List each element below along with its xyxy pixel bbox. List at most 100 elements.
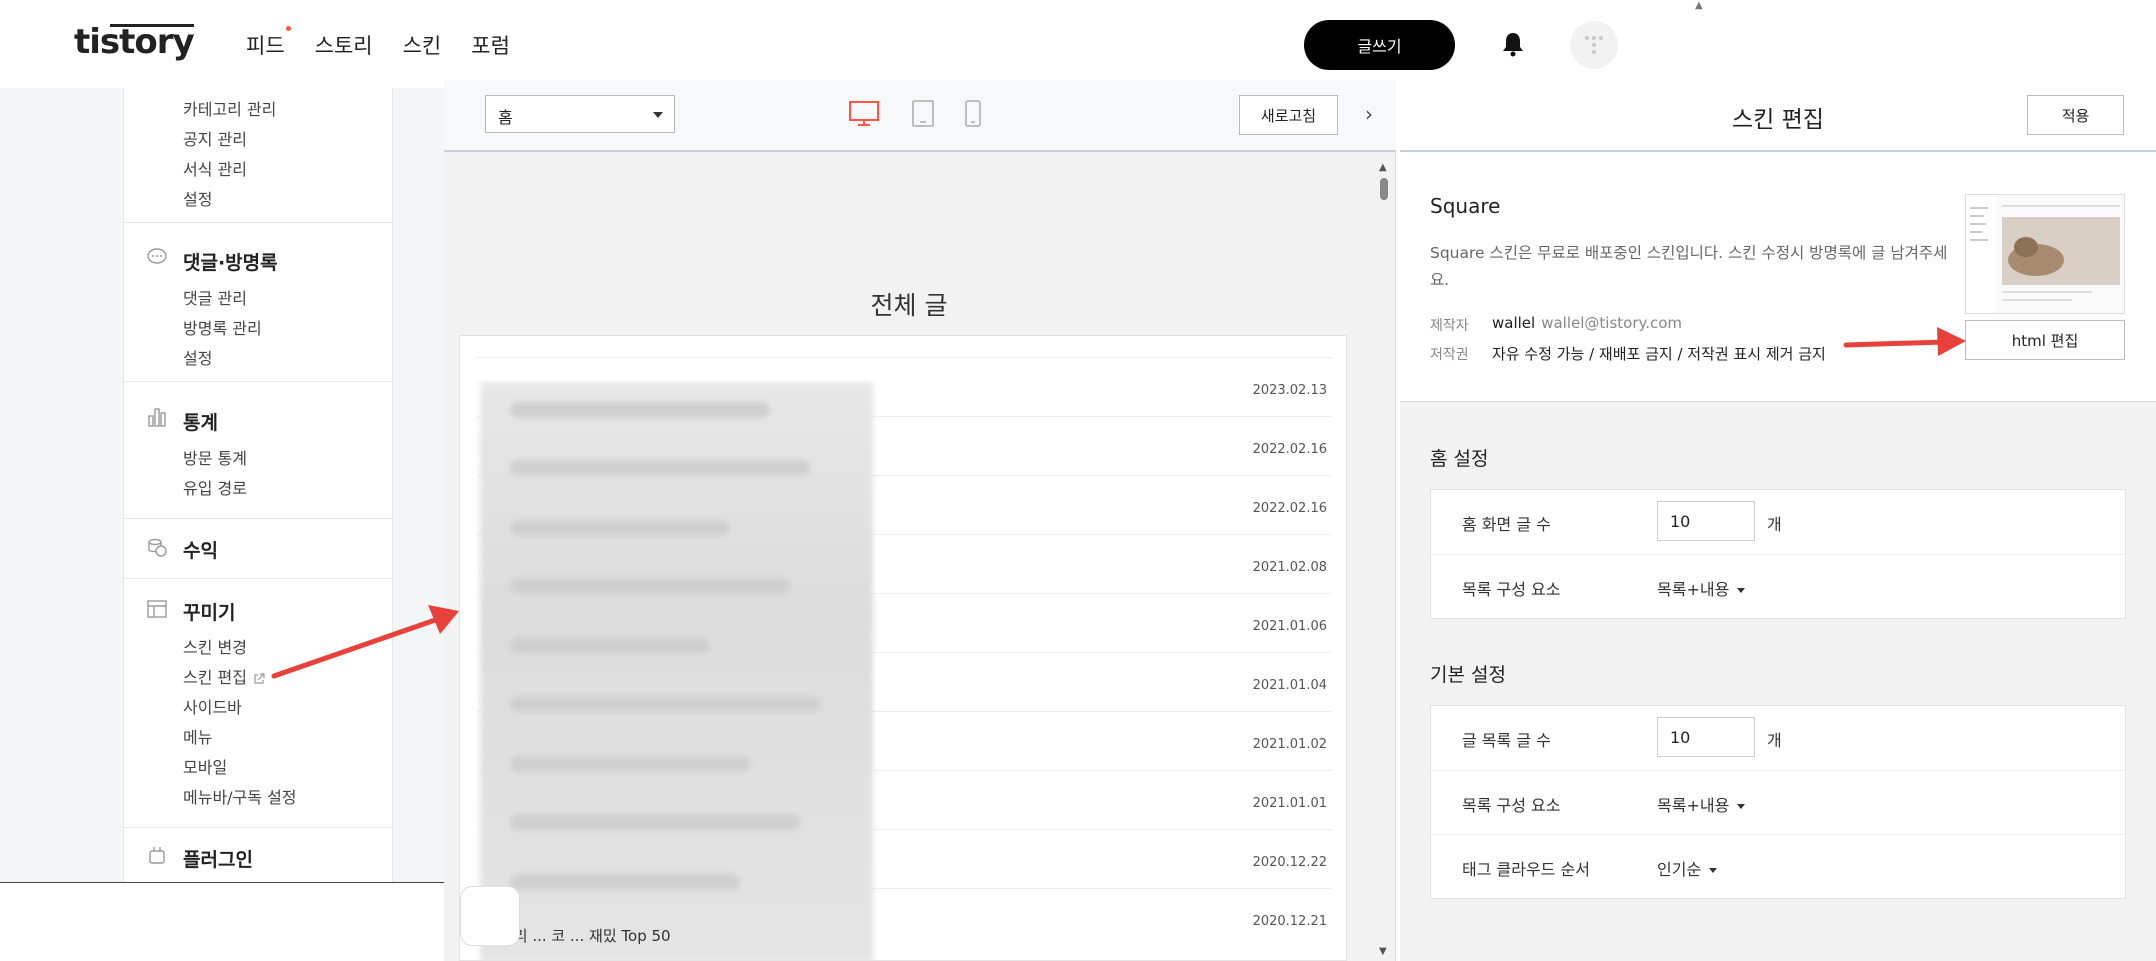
copyright-label: 저작권 xyxy=(1430,347,1469,363)
skin-description: Square 스킨은 무료로 배포중인 스킨입니다. 스킨 수정시 방명록에 글… xyxy=(1430,244,1948,289)
maker-value: wallel wallel@tistory.com xyxy=(1492,314,1683,332)
chevron-down-icon xyxy=(1737,588,1746,593)
panel-header: 스킨 편집 적용 xyxy=(1400,80,2156,152)
divider xyxy=(124,518,392,519)
preview-page-select[interactable]: 홈 xyxy=(485,95,675,133)
plugin-icon xyxy=(149,847,165,864)
sidebar-heading-comments[interactable]: 댓글·방명록 xyxy=(183,248,278,275)
sidebar-item-category[interactable]: 카테고리 관리 xyxy=(183,96,276,120)
post-date: 2022.02.16 xyxy=(1252,501,1327,516)
last-post-title: — 리 ... 코 ... 재밌 Top 50 xyxy=(494,927,671,945)
divider xyxy=(124,222,392,223)
chevron-down-icon xyxy=(1737,804,1746,809)
sidebar-item-comment-settings[interactable]: 설정 xyxy=(183,345,212,369)
sidebar-item-sidebar[interactable]: 사이드바 xyxy=(183,694,242,718)
chevron-down-icon xyxy=(653,112,663,118)
scroll-up-icon[interactable]: ▲ xyxy=(1379,162,1387,173)
post-date: 2021.01.04 xyxy=(1252,678,1327,693)
post-date: 2020.12.22 xyxy=(1252,855,1327,870)
list-count-row: 글 목록 글 수 10 개 xyxy=(1431,706,2125,770)
html-edit-button[interactable]: html 편집 xyxy=(1965,320,2125,360)
list-elements-select[interactable]: 목록+내용 xyxy=(1657,792,1746,816)
main-nav: 피드 스토리 스킨 포럼 xyxy=(246,26,510,60)
unit-label: 개 xyxy=(1767,515,1782,534)
tag-order-select[interactable]: 인기순 xyxy=(1657,856,1718,880)
home-settings-box: 홈 화면 글 수 10 개 목록 구성 요소 목록+내용 xyxy=(1430,489,2126,619)
sidebar-heading-plugin[interactable]: 플러그인 xyxy=(183,845,253,872)
chevron-down-icon xyxy=(1709,868,1718,873)
profile-avatar[interactable] xyxy=(1570,21,1618,69)
sidebar-item-menubar[interactable]: 메뉴바/구독 설정 xyxy=(183,784,297,808)
nav-story[interactable]: 스토리 xyxy=(315,30,373,60)
post-date: 2023.02.13 xyxy=(1252,383,1327,398)
nav-skin[interactable]: 스킨 xyxy=(403,30,442,60)
blurred-post-titles xyxy=(480,382,873,960)
home-post-count-row: 홈 화면 글 수 10 개 xyxy=(1431,490,2125,554)
post-list: 2023.02.13 2022.02.16 2022.02.16 2021.02… xyxy=(459,335,1347,961)
sidebar-item-menu[interactable]: 메뉴 xyxy=(183,724,212,748)
preview-scrollbar[interactable]: ▲ ▼ xyxy=(1376,160,1392,961)
layout-icon xyxy=(147,600,167,618)
preview-toolbar: 홈 새로고침 › xyxy=(444,80,1396,152)
nav-feed[interactable]: 피드 xyxy=(246,26,291,60)
sidebar-heading-decorate[interactable]: 꾸미기 xyxy=(183,598,235,625)
sidebar-item-template[interactable]: 서식 관리 xyxy=(183,156,247,180)
home-list-elements-label: 목록 구성 요소 xyxy=(1462,580,1561,599)
comment-icon xyxy=(147,248,167,264)
tag-order-row: 태그 클라우드 순서 인기순 xyxy=(1431,834,2125,898)
sidebar-item-guestbook-manage[interactable]: 방명록 관리 xyxy=(183,315,262,339)
skin-name: Square xyxy=(1430,194,1501,218)
scroll-up-arrow-icon[interactable]: ▲ xyxy=(1695,0,1703,11)
sidebar-item-skin-edit[interactable]: 스킨 편집 xyxy=(183,664,265,688)
skin-preview-pane: 홈 새로고침 › 전체 글 2023.02.13 2022.02.16 2022… xyxy=(444,80,1396,961)
tag-order-label: 태그 클라우드 순서 xyxy=(1462,860,1590,879)
maker-label: 제작자 xyxy=(1430,318,1469,334)
screen: tistory 피드 스토리 스킨 포럼 글쓰기 ▲ 카테고리 관리 공지 관리… xyxy=(0,0,2156,961)
preview-heading: 전체 글 xyxy=(870,291,948,320)
sidebar-item-visit-stats[interactable]: 방문 통계 xyxy=(183,445,247,469)
sidebar-item-referrer[interactable]: 유입 경로 xyxy=(183,475,247,499)
list-count-input[interactable]: 10 xyxy=(1657,717,1755,757)
home-settings-title: 홈 설정 xyxy=(1430,448,1489,470)
basic-settings-title: 기본 설정 xyxy=(1430,664,1506,686)
scroll-down-icon[interactable]: ▼ xyxy=(1379,946,1387,957)
external-link-icon xyxy=(254,672,265,684)
post-date: 2021.01.06 xyxy=(1252,619,1327,634)
refresh-button[interactable]: 새로고침 xyxy=(1239,95,1338,135)
list-elements-row: 목록 구성 요소 목록+내용 xyxy=(1431,770,2125,834)
mobile-icon[interactable] xyxy=(964,100,982,128)
divider xyxy=(124,381,392,382)
tistory-logo[interactable]: tistory xyxy=(74,22,195,62)
nav-forum[interactable]: 포럼 xyxy=(471,30,510,60)
divider xyxy=(124,578,392,579)
sidebar-item-skin-change[interactable]: 스킨 변경 xyxy=(183,634,247,658)
desktop-icon[interactable] xyxy=(848,100,880,128)
sidebar-item-settings[interactable]: 설정 xyxy=(183,186,212,210)
new-dot xyxy=(285,26,291,31)
skin-info-card: Square Square 스킨은 무료로 배포중인 스킨입니다. 스킨 수정시… xyxy=(1400,152,2156,402)
apply-button[interactable]: 적용 xyxy=(2027,95,2124,135)
sidebar-heading-stats[interactable]: 통계 xyxy=(183,408,218,435)
skin-thumbnail xyxy=(1965,194,2125,314)
floating-button[interactable] xyxy=(460,886,520,946)
home-list-elements-select[interactable]: 목록+내용 xyxy=(1657,576,1746,600)
post-date: 2020.12.21 xyxy=(1252,914,1327,929)
basic-settings-box: 글 목록 글 수 10 개 목록 구성 요소 목록+내용 태그 클라우드 순서 … xyxy=(1430,705,2126,899)
write-button[interactable]: 글쓰기 xyxy=(1304,20,1455,70)
tablet-icon[interactable] xyxy=(911,100,935,128)
sidebar-item-mobile[interactable]: 모바일 xyxy=(183,754,227,778)
unit-label: 개 xyxy=(1767,731,1782,750)
stats-icon xyxy=(148,408,166,427)
list-count-label: 글 목록 글 수 xyxy=(1462,731,1551,750)
post-date: 2021.01.01 xyxy=(1252,796,1327,811)
post-date: 2022.02.16 xyxy=(1252,442,1327,457)
sidebar-item-notice[interactable]: 공지 관리 xyxy=(183,126,247,150)
home-post-count-input[interactable]: 10 xyxy=(1657,501,1755,541)
sidebar-heading-revenue[interactable]: 수익 xyxy=(183,536,218,563)
bell-icon[interactable] xyxy=(1501,31,1525,57)
chevron-right-icon[interactable]: › xyxy=(1365,102,1373,126)
sidebar-item-comment-manage[interactable]: 댓글 관리 xyxy=(183,285,247,309)
list-elements-label: 목록 구성 요소 xyxy=(1462,796,1561,815)
home-post-count-label: 홈 화면 글 수 xyxy=(1462,515,1551,534)
divider xyxy=(124,827,392,828)
